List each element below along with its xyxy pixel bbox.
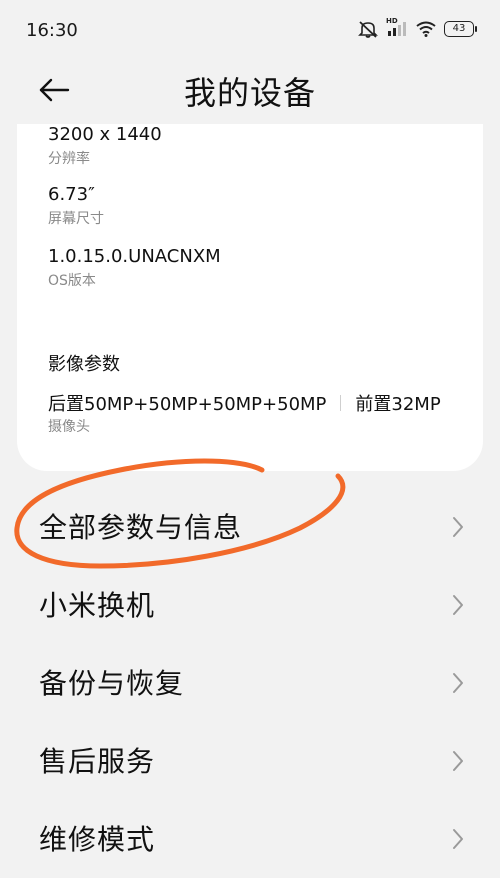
chevron-right-icon [452,672,464,698]
rear-camera: 后置50MP+50MP+50MP+50MP [48,394,327,415]
chevron-right-icon [452,828,464,854]
spec-label: 分辨率 [48,151,90,167]
header: 我的设备 [0,64,500,124]
page-title: 我的设备 [183,74,316,112]
menu-item-xiaomi-transfer[interactable]: 小米换机 [0,566,500,644]
chevron-right-icon [452,516,464,542]
spec-screen-size: 6.73″ 屏幕尺寸 [48,184,104,228]
camera-label: 摄像头 [48,419,90,435]
front-camera: 前置32MP [355,394,441,415]
menu-item-repair-mode[interactable]: 维修模式 [0,800,500,878]
chevron-right-icon [452,594,464,620]
spec-value: 1.0.15.0.UNACNXM [48,246,221,267]
spec-label: OS版本 [48,273,96,289]
camera-specs: 后置50MP+50MP+50MP+50MP 前置32MP [48,390,441,416]
menu-item-label: 备份与恢复 [39,667,185,700]
spec-resolution: 3200 x 1440 分辨率 [48,124,162,168]
menu-item-label: 售后服务 [39,745,156,778]
signal-icon: HD [386,17,408,37]
device-menu: 全部参数与信息 小米换机 备份与恢复 售后服务 维修模式 [0,488,500,878]
imaging-section-title: 影像参数 [48,354,120,375]
mute-icon [358,20,378,38]
spec-os-version: 1.0.15.0.UNACNXM OS版本 [48,246,221,290]
menu-item-label: 全部参数与信息 [39,511,243,544]
spec-label: 屏幕尺寸 [48,211,104,227]
status-bar: 16:30 HD 43 [0,0,500,64]
spec-value: 3200 x 1440 [48,124,162,145]
battery-icon: 43 [444,21,477,37]
menu-item-after-sales[interactable]: 售后服务 [0,722,500,800]
device-spec-card: 3200 x 1440 分辨率 6.73″ 屏幕尺寸 1.0.15.0.UNAC… [17,124,483,471]
hd-label: HD [386,17,398,25]
chevron-right-icon [452,750,464,776]
wifi-icon [416,21,436,37]
menu-item-backup-restore[interactable]: 备份与恢复 [0,644,500,722]
status-icons: HD 43 [358,17,477,38]
camera-divider [340,395,342,411]
spec-value: 6.73″ [48,184,95,205]
status-time: 16:30 [26,20,78,41]
menu-item-label: 维修模式 [39,823,156,856]
menu-item-all-specs[interactable]: 全部参数与信息 [0,488,500,566]
menu-item-label: 小米换机 [39,589,156,622]
